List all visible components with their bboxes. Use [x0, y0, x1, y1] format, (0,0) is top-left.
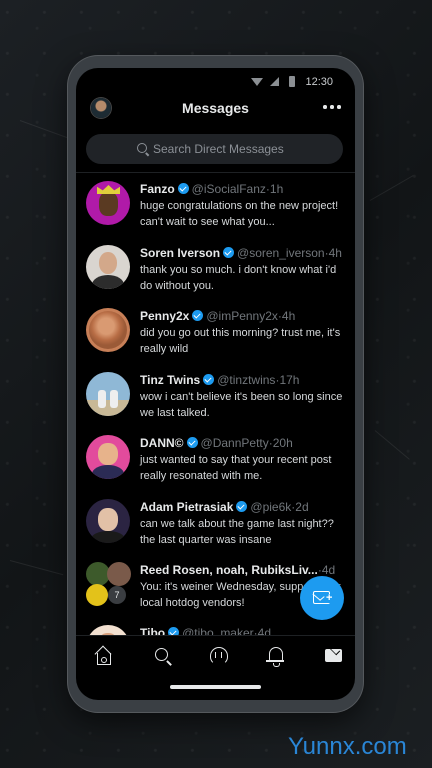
contact-handle: @imPenny2x [206, 309, 278, 323]
contact-handle: @pie6k [250, 500, 292, 514]
avatar [86, 499, 130, 543]
home-indicator[interactable] [170, 685, 261, 689]
nav-search[interactable] [152, 646, 172, 666]
verified-icon [177, 183, 189, 194]
conversation-row[interactable]: DANN© @DannPetty·20h just wanted to say t… [76, 427, 355, 490]
nav-notifications[interactable] [266, 646, 286, 667]
message-time: 4h [281, 309, 296, 323]
avatar [86, 308, 130, 352]
bottom-nav [76, 635, 355, 676]
message-preview: did you go out this morning? trust me, i… [140, 327, 341, 355]
conversation-row[interactable]: Tinz Twins @tinztwins·17h wow i can't bel… [76, 364, 355, 427]
conversation-list: Fanzo @iSocialFanz·1h huge congratulation… [76, 173, 355, 647]
home-icon [97, 653, 111, 665]
contact-name: Reed Rosen, noah, RubiksLiv... [140, 563, 318, 577]
status-bar: 12:30 [76, 68, 355, 94]
new-message-button[interactable] [300, 576, 344, 620]
signal-icon [270, 77, 279, 86]
contact-handle: @iSocialFanz [191, 182, 266, 196]
phone-screen: 12:30 Messages Fanzo@iSocialFanz·1h huge… [76, 68, 355, 700]
conversation-header: Fanzo @iSocialFanz·1h [140, 182, 349, 196]
verified-icon [236, 501, 248, 512]
avatar [86, 181, 130, 225]
contact-handle: @DannPetty [200, 436, 269, 450]
contact-handle: @tinztwins [217, 373, 276, 387]
contact-name: Fanzo [140, 182, 175, 196]
wifi-icon [251, 78, 263, 86]
conversation-row[interactable]: Fanzo @iSocialFanz·1h huge congratulation… [76, 173, 355, 236]
bell-icon [266, 647, 284, 667]
contact-name: Penny2x [140, 309, 190, 323]
verified-icon [192, 310, 204, 321]
search-bar[interactable] [86, 134, 343, 164]
conversation-row[interactable]: Adam Pietrasiak @pie6k·2d can we talk abo… [76, 491, 355, 554]
contact-name: DANN© [140, 436, 184, 450]
messages-icon [325, 649, 342, 662]
conversation-header: Penny2x @imPenny2x·4h [140, 309, 349, 323]
watermark: Yunnx.com [288, 733, 407, 760]
message-time: 20h [272, 436, 293, 450]
group-avatar: 7 [86, 562, 131, 606]
message-time: 1h [269, 182, 284, 196]
page-title: Messages [182, 100, 249, 116]
message-time: 17h [279, 373, 300, 387]
verified-icon [203, 374, 215, 385]
message-preview: can we talk about the game last night?? … [140, 518, 334, 546]
message-time: 2d [295, 500, 309, 514]
conversation-header: DANN© @DannPetty·20h [140, 436, 349, 450]
phone-frame: 12:30 Messages Fanzo@iSocialFanz·1h huge… [68, 56, 363, 712]
avatar [86, 245, 130, 289]
avatar [86, 435, 130, 479]
message-time: 4d [321, 563, 336, 577]
more-icon[interactable] [323, 104, 341, 110]
nav-messages[interactable] [324, 646, 344, 666]
conversation-header: Tinz Twins @tinztwins·17h [140, 373, 349, 387]
verified-icon [223, 247, 235, 258]
nav-spaces[interactable] [208, 646, 228, 666]
header: Messages [76, 94, 355, 128]
member-count-badge: 7 [108, 586, 126, 604]
conversation-header: Adam Pietrasiak @pie6k·2d [140, 500, 349, 514]
battery-icon [289, 76, 295, 87]
avatar [86, 372, 130, 416]
conversation-row[interactable]: Soren Iverson @soren_iverson·4h thank you… [76, 237, 355, 300]
search-nav-icon [155, 648, 168, 661]
message-preview: wow i can't believe it's been so long si… [140, 391, 343, 419]
conversation-row[interactable]: Penny2x @imPenny2x·4h did you go out this… [76, 300, 355, 363]
status-time: 12:30 [305, 76, 333, 88]
spaces-icon [210, 647, 228, 665]
contact-handle: @soren_iverson [237, 246, 325, 260]
search-icon [137, 143, 147, 153]
message-preview: thank you so much. i don't know what i'd… [140, 264, 337, 292]
compose-dm-icon [313, 591, 334, 604]
verified-icon [186, 437, 198, 448]
contact-name: Tinz Twins [140, 373, 201, 387]
conversation-header: Soren Iverson @soren_iverson·4h [140, 246, 349, 260]
message-preview: huge congratulations on the new project!… [140, 200, 339, 228]
message-time: 4h [328, 246, 342, 260]
contact-name: Soren Iverson [140, 246, 221, 260]
search-input[interactable] [153, 139, 343, 159]
nav-home[interactable] [94, 646, 114, 666]
contact-name: Adam Pietrasiak [140, 500, 234, 514]
message-preview: just wanted to say that your recent post… [140, 454, 332, 482]
conversation-header: Reed Rosen, noah, RubiksLiv...·4d [140, 563, 349, 577]
